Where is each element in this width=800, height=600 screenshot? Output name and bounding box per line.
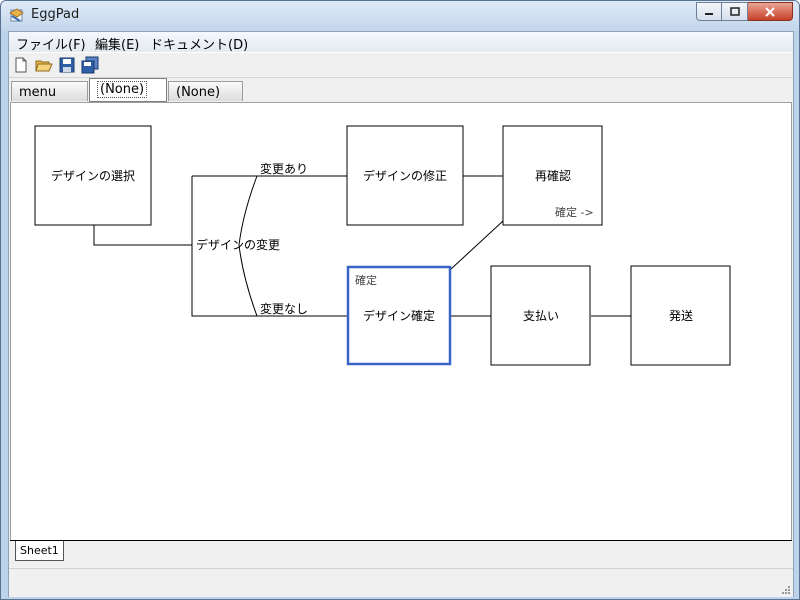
menu-bar: ファイル(F) 編集(E) ドキュメント(D) <box>9 32 793 53</box>
new-document-icon[interactable] <box>12 56 30 74</box>
title-bar[interactable]: EggPad <box>1 1 799 31</box>
caption-buttons <box>696 2 793 22</box>
resize-grip-icon[interactable] <box>781 585 791 595</box>
branch-unchanged-label[interactable]: 変更なし <box>260 301 308 316</box>
node-select-design[interactable]: デザインの選択 <box>34 125 152 226</box>
menu-edit[interactable]: 編集(E) <box>95 34 139 53</box>
maximize-button[interactable] <box>722 2 748 21</box>
tab-label: menu <box>19 85 57 100</box>
menu-file[interactable]: ファイル(F) <box>16 34 86 53</box>
branch-changed-label[interactable]: 変更あり <box>260 161 308 176</box>
eggpad-app-icon <box>9 8 24 22</box>
toolbar <box>9 52 793 78</box>
minimize-icon <box>705 12 713 15</box>
node-shipping-label: 発送 <box>669 308 693 323</box>
close-button[interactable] <box>748 2 793 21</box>
minimize-button[interactable] <box>696 2 722 21</box>
status-bar <box>9 568 793 597</box>
node-payment[interactable]: 支払い <box>490 265 591 366</box>
node-reconfirm-link[interactable]: 確定 -> <box>555 205 594 219</box>
sheet-tab-sheet1[interactable]: Sheet1 <box>15 541 64 561</box>
tab-none-active[interactable]: (None) <box>89 78 167 102</box>
tab-label: (None) <box>176 85 221 100</box>
connector-reconfirm-to-confirm <box>450 220 504 270</box>
app-window: EggPad ファイル(F) 編集(E) ドキュメント(D) menu (Non… <box>0 0 800 600</box>
node-select-design-label: デザインの選択 <box>51 168 135 183</box>
menu-document[interactable]: ドキュメント(D) <box>150 34 248 53</box>
save-icon[interactable] <box>58 56 76 74</box>
node-fix-design[interactable]: デザインの修正 <box>346 125 464 226</box>
window-title: EggPad <box>31 7 80 22</box>
node-confirm-design-selected[interactable]: 確定 デザイン確定 <box>346 265 452 366</box>
tab-label: (None) <box>97 81 148 98</box>
open-folder-icon[interactable] <box>35 56 53 74</box>
maximize-icon <box>729 6 740 16</box>
node-payment-label: 支払い <box>523 309 559 323</box>
connector-select-to-change <box>93 225 192 246</box>
connector-change-curve-bottom <box>238 244 258 317</box>
sheet-tab-bar: Sheet1 <box>10 540 792 565</box>
node-confirm-design-header: 確定 <box>355 273 377 287</box>
client-area: ファイル(F) 編集(E) ドキュメント(D) menu (None) (Non… <box>8 31 794 597</box>
diagram-canvas[interactable]: デザインの選択 デザインの変更 変更あり 変更なし デザインの修正 再確認 確定… <box>10 102 792 542</box>
node-fix-design-label: デザインの修正 <box>363 168 447 183</box>
save-all-icon[interactable] <box>81 56 99 74</box>
node-reconfirm-label: 再確認 <box>535 168 571 183</box>
node-shipping[interactable]: 発送 <box>630 265 731 366</box>
document-tabs: menu (None) (None) <box>9 78 793 102</box>
connector-change-curve-top <box>238 175 258 246</box>
tab-menu[interactable]: menu <box>11 81 88 101</box>
tab-none[interactable]: (None) <box>168 81 243 101</box>
node-reconfirm[interactable]: 再確認 確定 -> <box>502 125 603 226</box>
change-design-label[interactable]: デザインの変更 <box>196 237 280 252</box>
close-icon <box>765 6 775 17</box>
flow-diagram: デザインの選択 デザインの変更 変更あり 変更なし デザインの修正 再確認 確定… <box>34 125 731 366</box>
node-confirm-design-label: デザイン確定 <box>363 308 435 323</box>
